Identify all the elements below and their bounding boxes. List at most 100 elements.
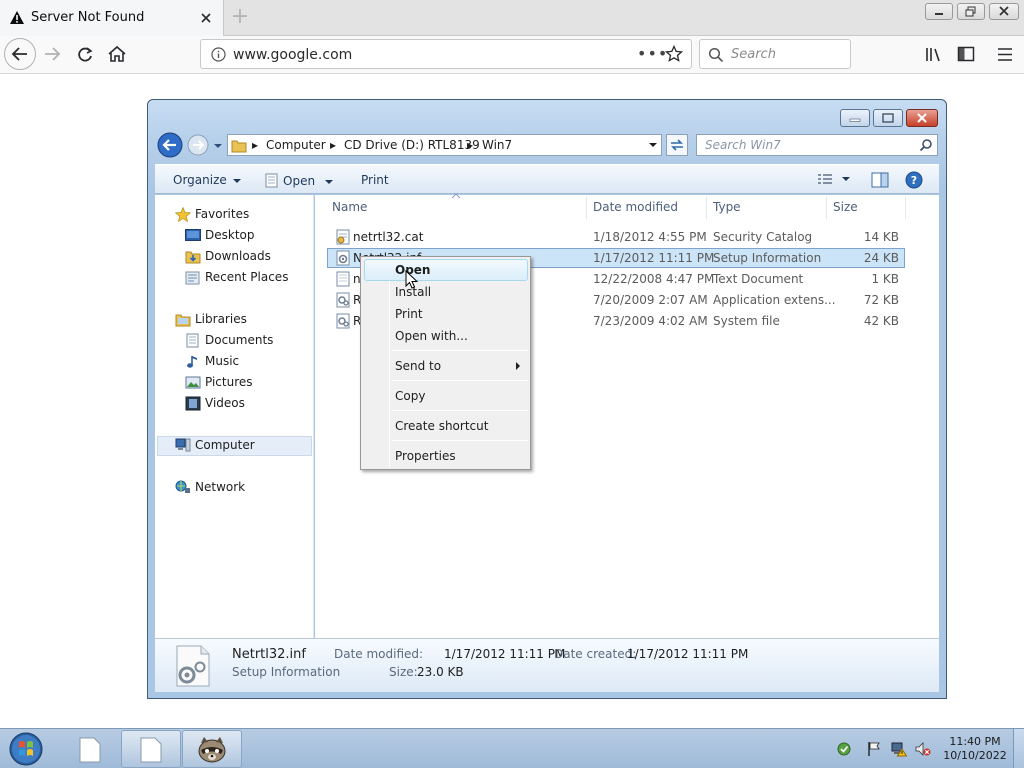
taskbar-notepad-button[interactable] — [60, 730, 120, 768]
warning-icon — [10, 11, 24, 24]
documents-icon — [186, 333, 199, 348]
context-print[interactable]: Print — [395, 307, 423, 321]
column-separator[interactable] — [706, 197, 707, 219]
breadcrumb-win7[interactable]: Win7 — [482, 138, 512, 152]
sidebar-icon[interactable] — [957, 46, 975, 63]
context-properties[interactable]: Properties — [395, 449, 456, 463]
nav-favorites-label: Favorites — [195, 207, 250, 221]
help-icon[interactable]: ? — [905, 171, 923, 189]
maximize-icon — [882, 113, 894, 123]
home-button[interactable] — [102, 39, 134, 71]
explorer-forward-icon[interactable] — [186, 134, 212, 160]
maximize-window-button[interactable] — [873, 109, 903, 127]
close-window-button[interactable] — [906, 109, 938, 127]
file-type: Application extens... — [713, 293, 836, 307]
breadcrumb-arrow-icon[interactable]: ▸ — [252, 138, 258, 152]
search-icon — [708, 47, 724, 63]
breadcrumb-arrow-icon[interactable]: ▸ — [330, 138, 336, 152]
column-header-date[interactable]: Date modified — [593, 200, 678, 214]
details-size-value: 23.0 KB — [417, 665, 464, 679]
taskbar: 11:40 PM 10/10/2022 — [0, 728, 1024, 768]
breadcrumb-computer[interactable]: Computer — [266, 138, 326, 152]
chevron-down-icon[interactable] — [841, 175, 851, 183]
file-date: 1/17/2012 11:11 PM — [593, 251, 715, 265]
print-button[interactable]: Print — [361, 173, 389, 187]
reload-button[interactable] — [70, 39, 102, 71]
setup-information-icon — [336, 250, 350, 266]
context-menu-gutter — [389, 259, 390, 467]
view-options-icon[interactable] — [817, 173, 833, 187]
breadcrumb-cd-drive[interactable]: CD Drive (D:) RTL8139 — [344, 138, 480, 152]
file-name: netrtl32.cat — [353, 230, 424, 244]
library-icon[interactable] — [925, 46, 943, 63]
show-desktop-button[interactable] — [1013, 729, 1024, 768]
close-icon — [999, 6, 1009, 16]
close-tab-icon[interactable] — [198, 10, 214, 26]
explorer-back-icon[interactable] — [157, 132, 185, 160]
taskbar-explorer-button[interactable] — [121, 730, 181, 768]
taskbar-clock[interactable]: 11:40 PM 10/10/2022 — [940, 735, 1010, 763]
organize-button[interactable]: Organize — [173, 173, 241, 187]
page-actions-icon[interactable]: ••• — [637, 44, 668, 63]
system-file-icon — [336, 313, 350, 329]
nav-network-label: Network — [195, 480, 246, 494]
new-tab-icon[interactable]: + — [228, 6, 252, 30]
menu-icon[interactable] — [996, 46, 1014, 63]
file-type: Setup Information — [713, 251, 822, 265]
action-center-icon[interactable] — [836, 741, 852, 757]
context-open-with[interactable]: Open with... — [395, 329, 468, 343]
close-browser-button[interactable] — [989, 3, 1019, 20]
volume-muted-icon[interactable] — [915, 741, 931, 757]
column-separator[interactable] — [905, 197, 906, 219]
forward-button[interactable] — [38, 39, 70, 71]
bookmark-star-icon[interactable] — [665, 45, 683, 63]
browser-search-field[interactable]: Search — [699, 39, 851, 69]
notepad-icon — [265, 173, 278, 188]
context-menu-highlight — [364, 259, 528, 281]
file-row[interactable]: netrtl32.cat 1/18/2012 4:55 PM Security … — [327, 227, 905, 247]
back-button[interactable] — [4, 38, 36, 70]
nav-recent-places-label: Recent Places — [205, 270, 289, 284]
explorer-search-placeholder: Search Win7 — [705, 138, 781, 152]
minimize-browser-button[interactable] — [925, 3, 953, 20]
context-copy[interactable]: Copy — [395, 389, 425, 403]
explorer-refresh-button[interactable] — [666, 134, 688, 156]
restore-browser-button[interactable] — [957, 3, 985, 20]
network-icon — [175, 480, 190, 493]
close-icon — [917, 113, 927, 123]
menu-separator — [392, 440, 528, 441]
open-button[interactable]: Open — [265, 173, 334, 188]
column-separator[interactable] — [586, 197, 587, 219]
flag-icon[interactable] — [866, 741, 882, 757]
address-dropdown-icon[interactable] — [648, 141, 658, 149]
nav-pictures-label: Pictures — [205, 375, 253, 389]
url-text[interactable]: www.google.com — [233, 47, 352, 63]
network-warning-icon[interactable] — [891, 741, 907, 757]
file-size: 14 KB — [863, 230, 899, 244]
browser-tab[interactable]: Server Not Found — [0, 0, 224, 36]
explorer-search-field[interactable]: Search Win7 — [696, 134, 938, 156]
preview-pane-icon[interactable] — [871, 172, 889, 188]
explorer-address-bar[interactable]: ▸ Computer ▸ CD Drive (D:) RTL8139 ▸ Win… — [227, 134, 662, 156]
minimize-window-button[interactable] — [840, 109, 870, 127]
taskbar-app-button[interactable] — [182, 730, 242, 768]
column-header-type[interactable]: Type — [713, 200, 741, 214]
url-bar[interactable]: www.google.com ••• — [200, 39, 692, 69]
info-icon[interactable] — [211, 47, 226, 62]
mouse-cursor-icon — [405, 270, 419, 289]
start-button[interactable] — [6, 731, 46, 767]
menu-separator — [392, 410, 528, 411]
recent-pages-dropdown-icon[interactable] — [212, 141, 224, 151]
context-menu: Open Install Print Open with... Send to … — [360, 256, 531, 470]
column-separator[interactable] — [826, 197, 827, 219]
downloads-folder-icon — [185, 251, 201, 264]
breadcrumb-arrow-icon[interactable]: ▸ — [467, 138, 473, 152]
context-send-to[interactable]: Send to — [395, 359, 441, 373]
column-header-size[interactable]: Size — [833, 200, 858, 214]
context-create-shortcut[interactable]: Create shortcut — [395, 419, 488, 433]
file-size: 72 KB — [863, 293, 899, 307]
search-icon — [919, 139, 932, 152]
file-type: Text Document — [713, 272, 804, 286]
browser-toolbar: www.google.com ••• Search — [0, 36, 1024, 74]
column-header-name[interactable]: Name — [332, 200, 367, 214]
